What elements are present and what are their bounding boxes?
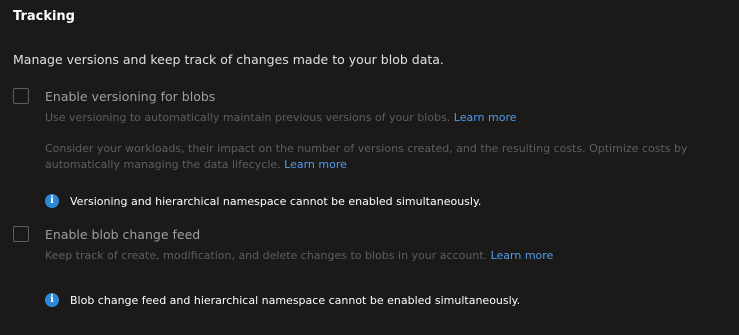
change-feed-info-message: i Blob change feed and hierarchical name… — [45, 293, 520, 307]
versioning-row[interactable]: Enable versioning for blobs — [13, 88, 215, 104]
section-title: Tracking — [13, 9, 75, 24]
versioning-cost-learn-more-link[interactable]: Learn more — [284, 158, 347, 171]
change-feed-label: Enable blob change feed — [45, 226, 201, 242]
change-feed-checkbox[interactable] — [13, 226, 29, 242]
versioning-cost-help-text: Consider your workloads, their impact on… — [45, 142, 688, 171]
change-feed-help-text: Keep track of create, modification, and … — [45, 249, 488, 262]
versioning-learn-more-link[interactable]: Learn more — [454, 111, 517, 124]
info-icon: i — [45, 293, 59, 307]
info-icon: i — [45, 194, 59, 208]
versioning-info-message: i Versioning and hierarchical namespace … — [45, 194, 481, 208]
change-feed-help: Keep track of create, modification, and … — [45, 248, 735, 264]
change-feed-info-text: Blob change feed and hierarchical namesp… — [70, 293, 521, 307]
change-feed-row[interactable]: Enable blob change feed — [13, 226, 200, 242]
versioning-label: Enable versioning for blobs — [45, 88, 216, 104]
change-feed-learn-more-link[interactable]: Learn more — [491, 249, 554, 262]
section-description: Manage versions and keep track of change… — [13, 52, 444, 67]
versioning-help: Use versioning to automatically maintain… — [45, 110, 735, 126]
versioning-info-text: Versioning and hierarchical namespace ca… — [70, 194, 482, 208]
versioning-checkbox[interactable] — [13, 88, 29, 104]
versioning-help-text: Use versioning to automatically maintain… — [45, 111, 451, 124]
versioning-cost-help: Consider your workloads, their impact on… — [45, 141, 735, 173]
